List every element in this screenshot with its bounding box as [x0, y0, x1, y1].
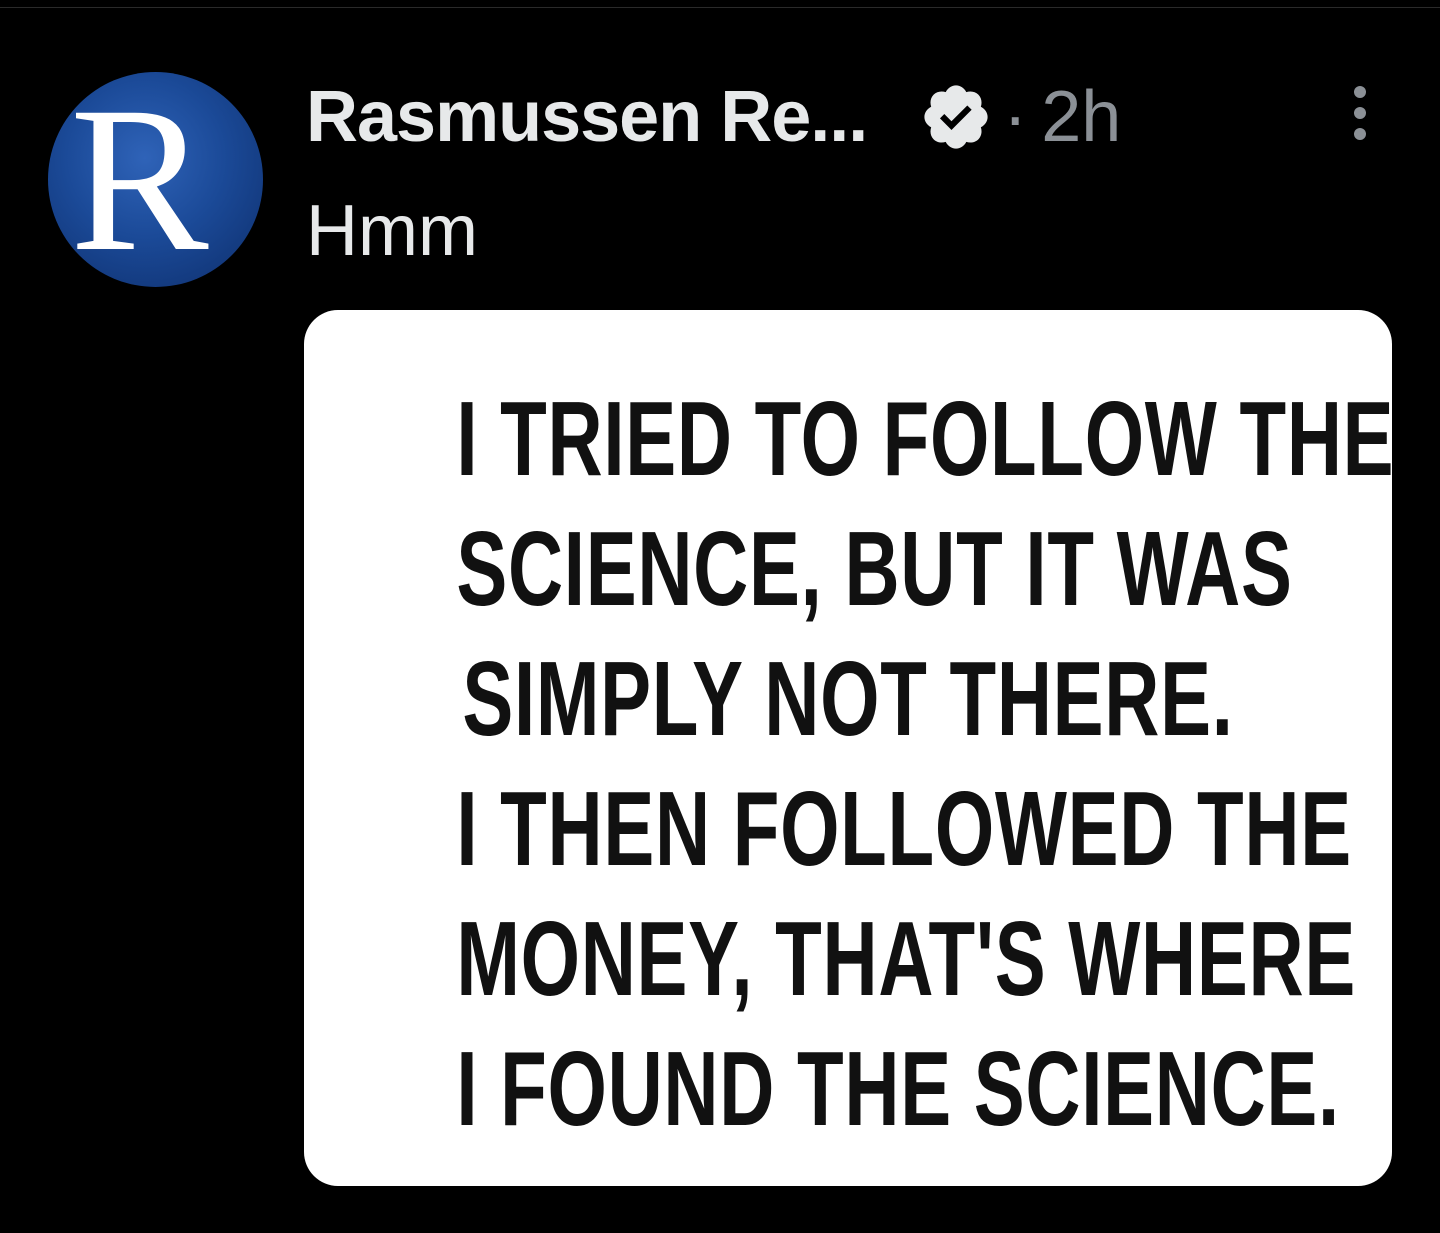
meme-line: I TRIED TO FOLLOW THE [456, 380, 1392, 498]
meme-line: SCIENCE, BUT IT WAS [456, 510, 1293, 628]
more-dot [1354, 128, 1366, 140]
post-media-image[interactable]: I TRIED TO FOLLOW THE SCIENCE, BUT IT WA… [304, 310, 1392, 1186]
post-header: Rasmussen Re... · 2h [306, 72, 1121, 162]
avatar-letter: R [70, 72, 209, 287]
meme-line: MONEY, THAT'S WHERE [456, 900, 1356, 1018]
more-dot [1354, 86, 1366, 98]
post-text: Hmm [306, 191, 478, 271]
meme-text: I TRIED TO FOLLOW THE SCIENCE, BUT IT WA… [456, 374, 1392, 1154]
more-vertical-icon[interactable] [1350, 86, 1370, 140]
header-separator: · [1003, 77, 1028, 157]
more-dot [1354, 107, 1366, 119]
verified-badge-icon [919, 80, 993, 154]
author-name[interactable]: Rasmussen Re... [306, 76, 868, 158]
meme-line: I FOUND THE SCIENCE. [456, 1030, 1340, 1148]
meme-line: I THEN FOLLOWED THE [456, 770, 1352, 888]
meme-line: SIMPLY NOT THERE. [462, 640, 1234, 758]
post-timestamp[interactable]: 2h [1041, 76, 1121, 158]
post[interactable]: R Rasmussen Re... · 2h Hmm I TRIED TO FO… [0, 0, 1440, 1233]
avatar[interactable]: R [48, 72, 263, 287]
